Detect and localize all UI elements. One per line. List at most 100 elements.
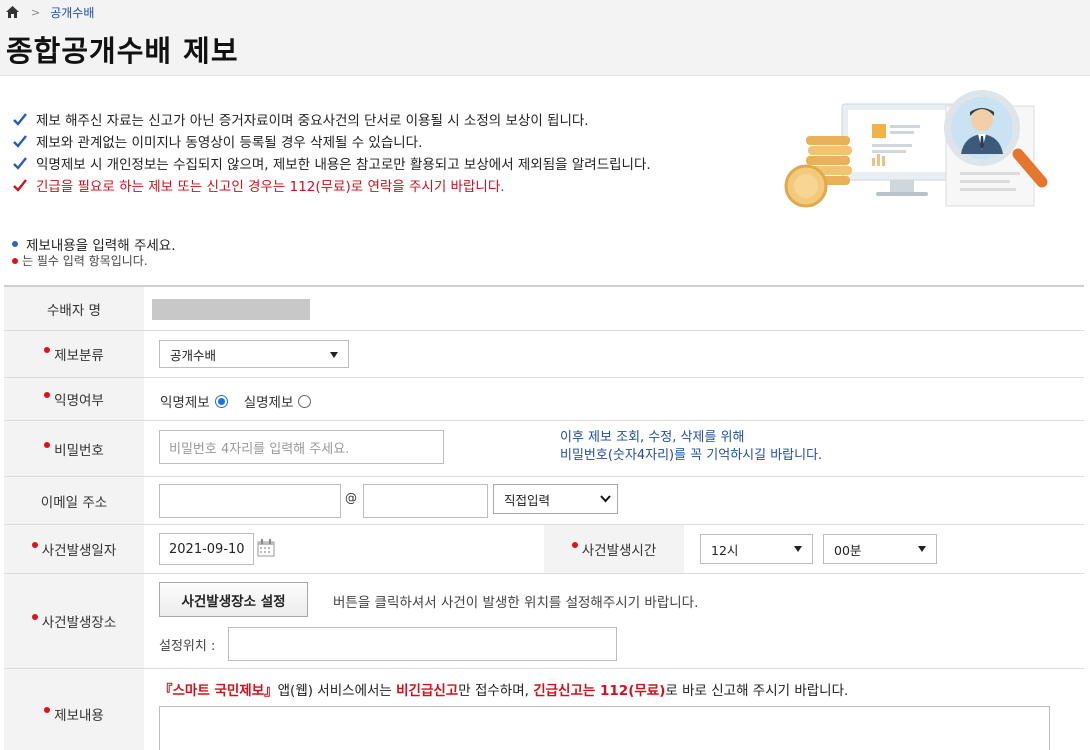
row-content: 제보내용 『스마트 국민제보』앱(웹) 서비스에서는 비긴급신고만 접수하며, … [4,669,1084,750]
check-icon [13,135,27,148]
required-dot-icon [12,257,18,264]
required-dot-icon [31,542,38,548]
dropdown-arrow-icon [794,546,802,552]
page-header: > 공개수배 종합공개수배 제보 [0,0,1090,76]
required-dot-icon [44,392,51,398]
row-email: 이메일 주소 @ 직접입력 [4,477,1084,525]
page-title: 종합공개수배 제보 [6,34,239,68]
check-icon [13,157,27,170]
password-label: 비밀번호 [4,421,144,476]
email-domain-input[interactable] [363,484,488,518]
wanted-report-illustration [784,90,1048,208]
password-help: 이후 제보 조회, 수정, 삭제를 위해 비밀번호(숫자4자리)를 꼭 기억하시… [560,429,822,465]
content-notice-non-urgent: 비긴급신고 [396,683,459,699]
required-dot-icon [44,347,51,353]
dropdown-arrow-icon [330,352,338,358]
password-input[interactable]: 비밀번호 4자리를 입력해 주세요. [159,430,444,464]
incident-place-label: 사건발생장소 [4,574,144,668]
incident-date-value: 2021-09-10 [169,541,245,557]
notice-text: 익명제보 시 개인정보는 수집되지 않으며, 제보한 내용은 참고로만 활용되고… [36,157,651,173]
row-password: 비밀번호 비밀번호 4자리를 입력해 주세요. 이후 제보 조회, 수정, 삭제… [4,421,1084,477]
email-label: 이메일 주소 [4,477,144,524]
category-select-value: 공개수배 [170,347,217,363]
anonymous-option-label[interactable]: 익명제보 [160,391,210,411]
real-name-radio[interactable] [298,394,312,408]
notice-item: 제보와 관계없는 이미지나 동영상이 등록될 경우 삭제될 수 있습니다. [12,130,651,152]
content-notice-text: 만 접수하며, [458,683,534,699]
chevron-down-icon [600,495,611,503]
notice-text: 제보와 관계없는 이미지나 동영상이 등록될 경우 삭제될 수 있습니다. [36,135,423,151]
row-incident-place: 사건발생장소 사건발생장소 설정 버튼을 클릭하셔서 사건이 발생한 위치를 설… [4,574,1084,669]
required-dot-icon [44,441,51,448]
row-suspect: 수배자 명 [4,287,1084,331]
set-incident-place-button[interactable]: 사건발생장소 설정 [159,582,308,617]
content-notice-text: 앱(웹) 서비스에서는 [277,683,397,699]
email-id-input[interactable] [159,484,341,518]
breadcrumb: > 공개수배 [6,3,94,21]
incident-time-label-text: 사건발생시간 [581,543,657,559]
notice-item: 제보 해주신 자료는 신고가 아닌 증거자료이며 중요사건의 단서로 이용될 시… [12,108,651,130]
category-label: 제보분류 [4,331,144,377]
notice-text: 제보 해주신 자료는 신고가 아닌 증거자료이며 중요사건의 단서로 이용될 시… [36,113,589,129]
home-icon[interactable] [6,6,19,18]
chevron-right-icon: > [31,5,41,19]
incident-hour-select[interactable]: 12시 [700,534,813,564]
incident-minute-select[interactable]: 00분 [823,534,937,564]
suspect-name-redacted [152,299,310,320]
row-incident-datetime: 사건발생일자 2021-09-10 사건발생시간 12시 00분 [4,525,1084,574]
check-icon [13,113,27,126]
check-icon [13,179,27,192]
required-guide-text: 는 필수 입력 항목입니다. [22,254,148,268]
anonymous-label-text: 익명여부 [54,393,104,409]
password-label-text: 비밀번호 [54,442,104,459]
anonymous-radio[interactable] [214,394,228,408]
anonymous-options: 익명제보 실명제보 [160,391,312,411]
notice-list: 제보 해주신 자료는 신고가 아닌 증거자료이며 중요사건의 단서로 이용될 시… [12,108,651,196]
row-category: 제보분류 공개수배 [4,331,1084,378]
incident-date-label-text: 사건발생일자 [41,543,117,559]
set-location-input[interactable] [228,627,617,661]
password-placeholder: 비밀번호 4자리를 입력해 주세요. [169,441,350,457]
incident-place-help: 버튼을 클릭하셔서 사건이 발생한 위치를 설정해주시기 바랍니다. [333,595,699,611]
dropdown-arrow-icon [918,546,926,552]
incident-hour-value: 12시 [711,542,739,558]
category-select[interactable]: 공개수배 [159,340,349,368]
required-dot-icon [571,542,578,548]
password-help-line2: 비밀번호(숫자4자리)를 꼭 기억하시길 바랍니다. [560,448,823,463]
content-notice: 『스마트 국민제보』앱(웹) 서비스에서는 비긴급신고만 접수하며, 긴급신고는… [159,679,848,699]
notice-item-urgent: 긴급을 필요로 하는 제보 또는 신고인 경우는 112(무료)로 연락을 주시… [12,174,651,196]
content-label-text: 제보내용 [54,708,104,724]
incident-date-label: 사건발생일자 [4,525,144,573]
required-dot-icon [44,707,51,713]
notice-text: 긴급을 필요로 하는 제보 또는 신고인 경우는 112(무료)로 연락을 주시… [36,179,505,195]
incident-time-label: 사건발생시간 [544,525,684,573]
incident-place-label-text: 사건발생장소 [41,615,117,631]
email-domain-select-value: 직접입력 [504,492,551,508]
bullet-icon [12,241,18,247]
email-label-text: 이메일 주소 [40,494,108,511]
required-guide: 는 필수 입력 항목입니다. [12,252,148,269]
content-notice-urgent: 긴급신고는 112(무료) [533,683,666,699]
calendar-icon[interactable] [257,539,275,557]
set-location-label: 설정위치 : [159,639,216,654]
breadcrumb-current[interactable]: 공개수배 [50,4,94,21]
suspect-label: 수배자 명 [4,287,144,330]
anonymous-label: 익명여부 [4,378,144,420]
report-form: 수배자 명 제보분류 공개수배 익명여부 익명제보 실명제보 비밀번호 비밀번호… [4,285,1084,750]
password-help-line1: 이후 제보 조회, 수정, 삭제를 위해 [560,430,745,445]
email-at-sign: @ [345,491,357,505]
required-dot-icon [31,614,38,620]
content-textarea[interactable] [159,706,1050,750]
email-domain-select[interactable]: 직접입력 [493,484,618,514]
incident-minute-value: 00분 [834,542,862,558]
suspect-label-text: 수배자 명 [47,302,101,319]
form-guide: 제보내용을 입력해 주세요. [12,234,176,254]
content-label: 제보내용 [4,669,144,750]
incident-date-input[interactable]: 2021-09-10 [159,533,254,565]
content-notice-app-name: 『스마트 국민제보』 [159,683,278,699]
content-notice-text: 로 바로 신고해 주시기 바랍니다. [665,683,849,699]
row-anonymous: 익명여부 익명제보 실명제보 [4,378,1084,421]
category-label-text: 제보분류 [54,348,104,364]
notice-item: 익명제보 시 개인정보는 수집되지 않으며, 제보한 내용은 참고로만 활용되고… [12,152,651,174]
real-name-option-label[interactable]: 실명제보 [244,391,294,411]
